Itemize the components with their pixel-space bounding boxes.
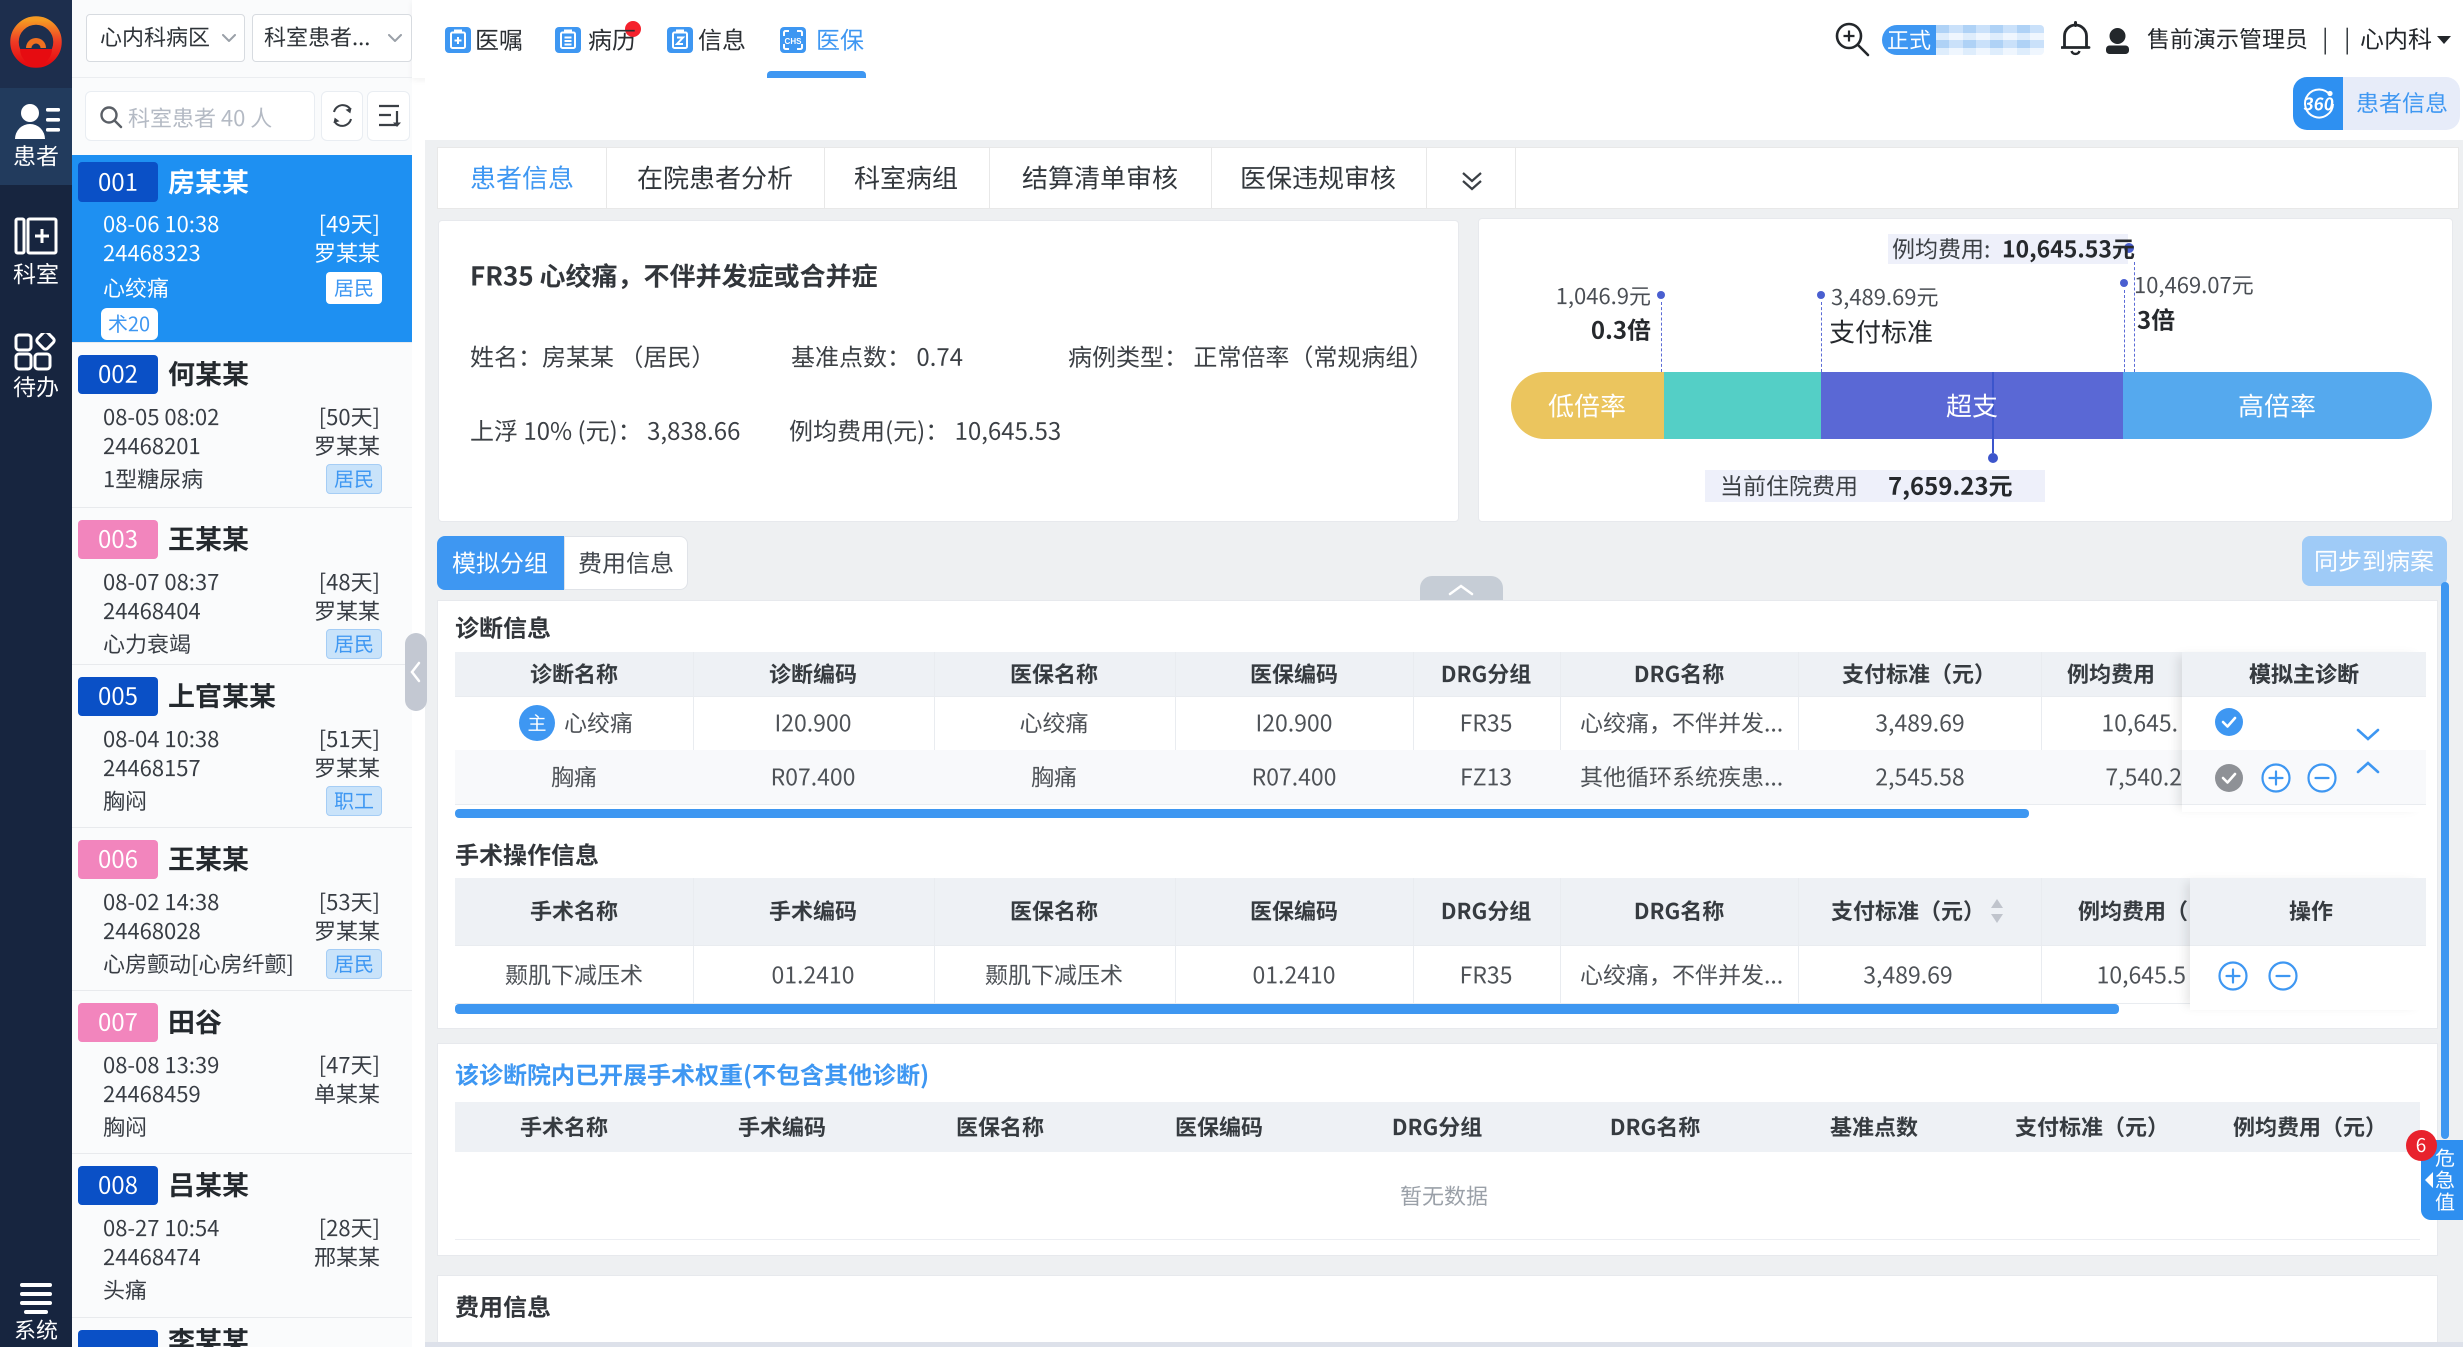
- svg-text:CHS: CHS: [785, 37, 803, 46]
